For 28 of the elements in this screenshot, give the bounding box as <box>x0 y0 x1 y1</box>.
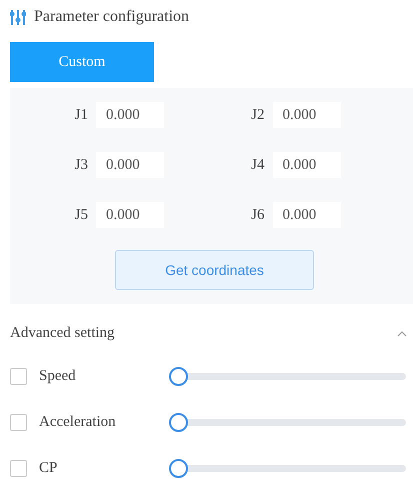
joint-input[interactable]: 0.000 <box>272 102 340 128</box>
slider[interactable] <box>169 366 406 386</box>
settings-icon <box>10 8 26 26</box>
slider-thumb[interactable] <box>169 412 188 432</box>
joint-input[interactable]: 0.000 <box>96 202 164 228</box>
checkbox[interactable] <box>10 460 27 476</box>
section-title: Advanced setting <box>10 324 115 344</box>
joint-input[interactable]: 0.000 <box>96 102 164 128</box>
checkbox[interactable] <box>10 368 27 384</box>
joint-label: J6 <box>250 206 264 225</box>
slider[interactable] <box>169 412 406 432</box>
setting-label: Speed <box>39 366 77 386</box>
slider-thumb[interactable] <box>169 458 188 478</box>
caret-icon[interactable] <box>397 330 407 336</box>
joint-label: J1 <box>74 106 88 125</box>
joint-label: J2 <box>250 106 264 125</box>
joint-label: J5 <box>74 206 88 225</box>
panel-title: Parameter configuration <box>34 7 190 27</box>
slider[interactable] <box>169 458 406 478</box>
slider-thumb[interactable] <box>169 366 188 386</box>
joint-label: J3 <box>74 156 88 175</box>
joint-label: J4 <box>250 156 264 175</box>
setting-label: Acceleration <box>39 412 117 432</box>
joint-input[interactable]: 0.000 <box>272 202 340 228</box>
joint-input[interactable]: 0.000 <box>96 152 164 178</box>
setting-label: CP <box>39 458 58 478</box>
checkbox[interactable] <box>10 414 27 430</box>
joint-input[interactable]: 0.000 <box>272 152 340 178</box>
